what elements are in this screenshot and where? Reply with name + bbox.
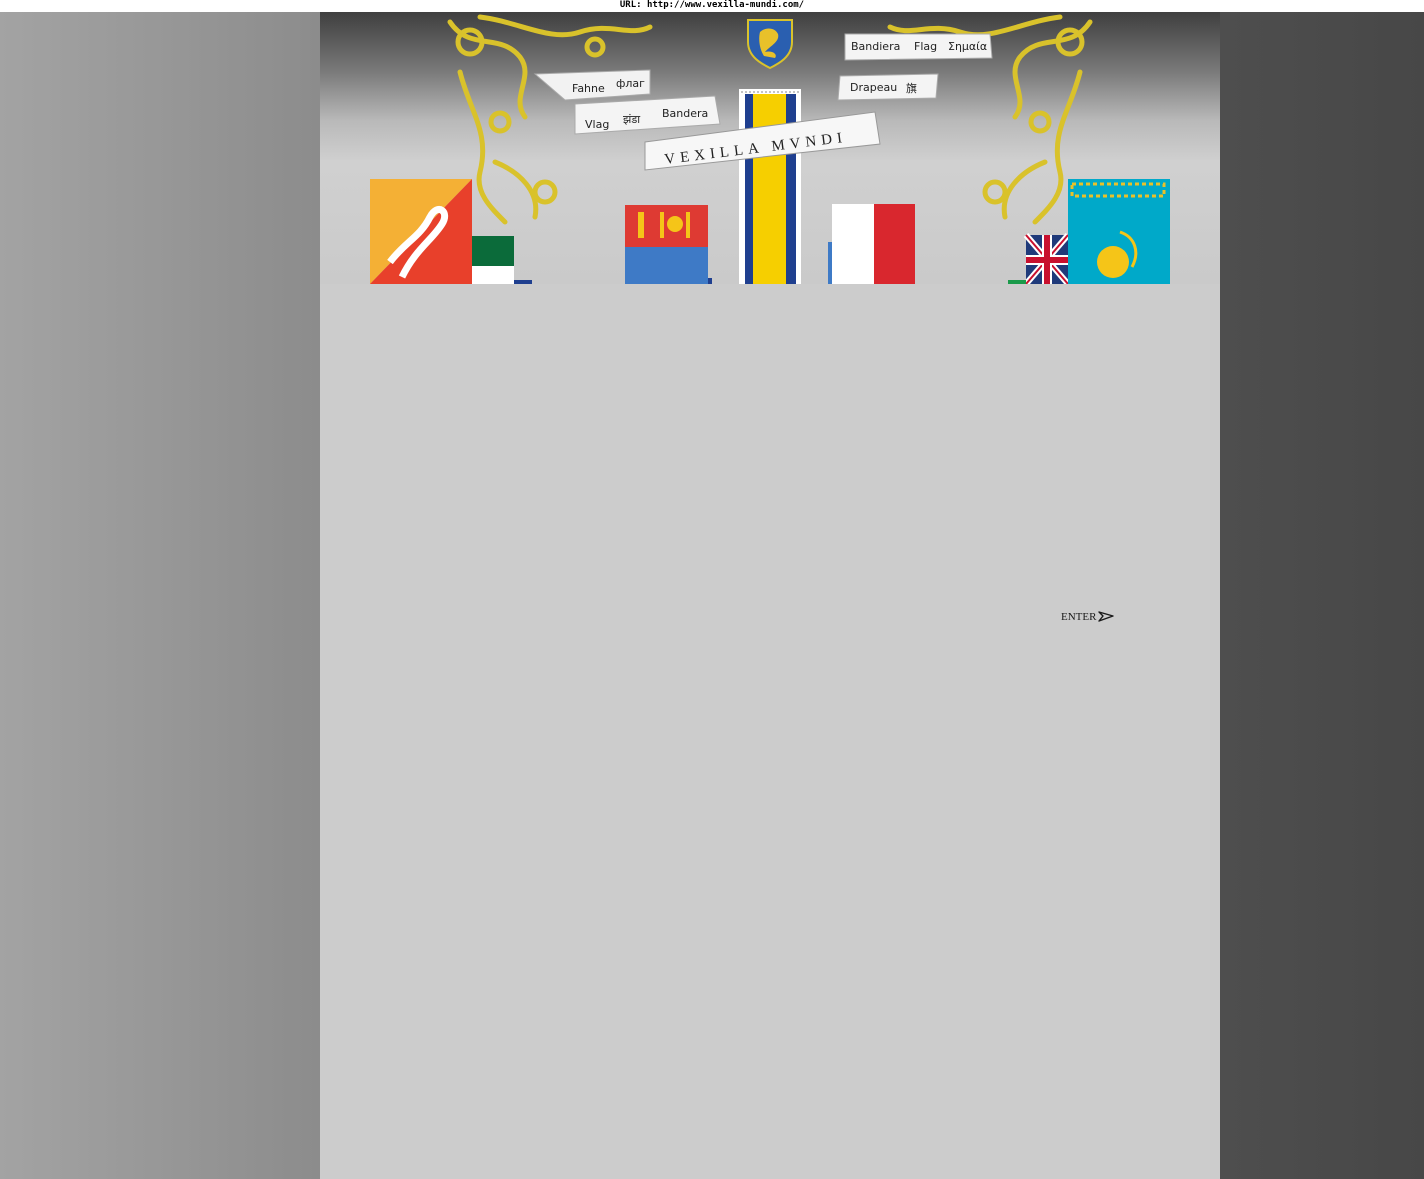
uk-flag: [1008, 233, 1071, 284]
ribbon-word-fahne: Fahne: [572, 82, 605, 95]
left-gradient-panel: [0, 12, 320, 1179]
ribbon-word-drapeau: Drapeau: [850, 81, 897, 94]
lion-shield-icon: [747, 19, 793, 70]
right-dark-panel: [1220, 12, 1424, 1179]
ribbon-word-qi: 旗: [906, 81, 917, 95]
ribbon-word-flag: Flag: [914, 40, 937, 53]
ribbon-word-simaia: Σημαία: [948, 40, 987, 53]
ribbon-word-bandera: Bandera: [662, 107, 708, 120]
bhutan-flag: [370, 179, 472, 284]
header-banner: Fahne флаг Vlag झंडा Bandera Bandiera Fl…: [320, 12, 1220, 284]
vatican-flag: [739, 89, 801, 284]
ribbon-word-jhanda: झंडा: [623, 113, 640, 126]
ribbon-word-bandiera: Bandiera: [851, 40, 900, 53]
url-bar: URL: http://www.vexilla-mundi.com/: [0, 0, 1424, 12]
mexico-flag: [472, 236, 532, 284]
ribbon-word-flag-ru: флаг: [616, 77, 645, 90]
arrow-right-outline-icon: [1098, 611, 1115, 622]
main-content: Fahne флаг Vlag झंडा Bandera Bandiera Fl…: [320, 12, 1220, 1179]
ribbon-word-vlag: Vlag: [585, 118, 609, 131]
enter-link[interactable]: ENTER: [1061, 609, 1115, 625]
kazakhstan-flag: [1068, 179, 1170, 284]
banner-artwork: Fahne флаг Vlag झंडा Bandera Bandiera Fl…: [370, 14, 1170, 284]
enter-label: ENTER: [1061, 611, 1097, 623]
mongolia-flag: [625, 205, 712, 284]
malta-flag: [828, 204, 915, 284]
